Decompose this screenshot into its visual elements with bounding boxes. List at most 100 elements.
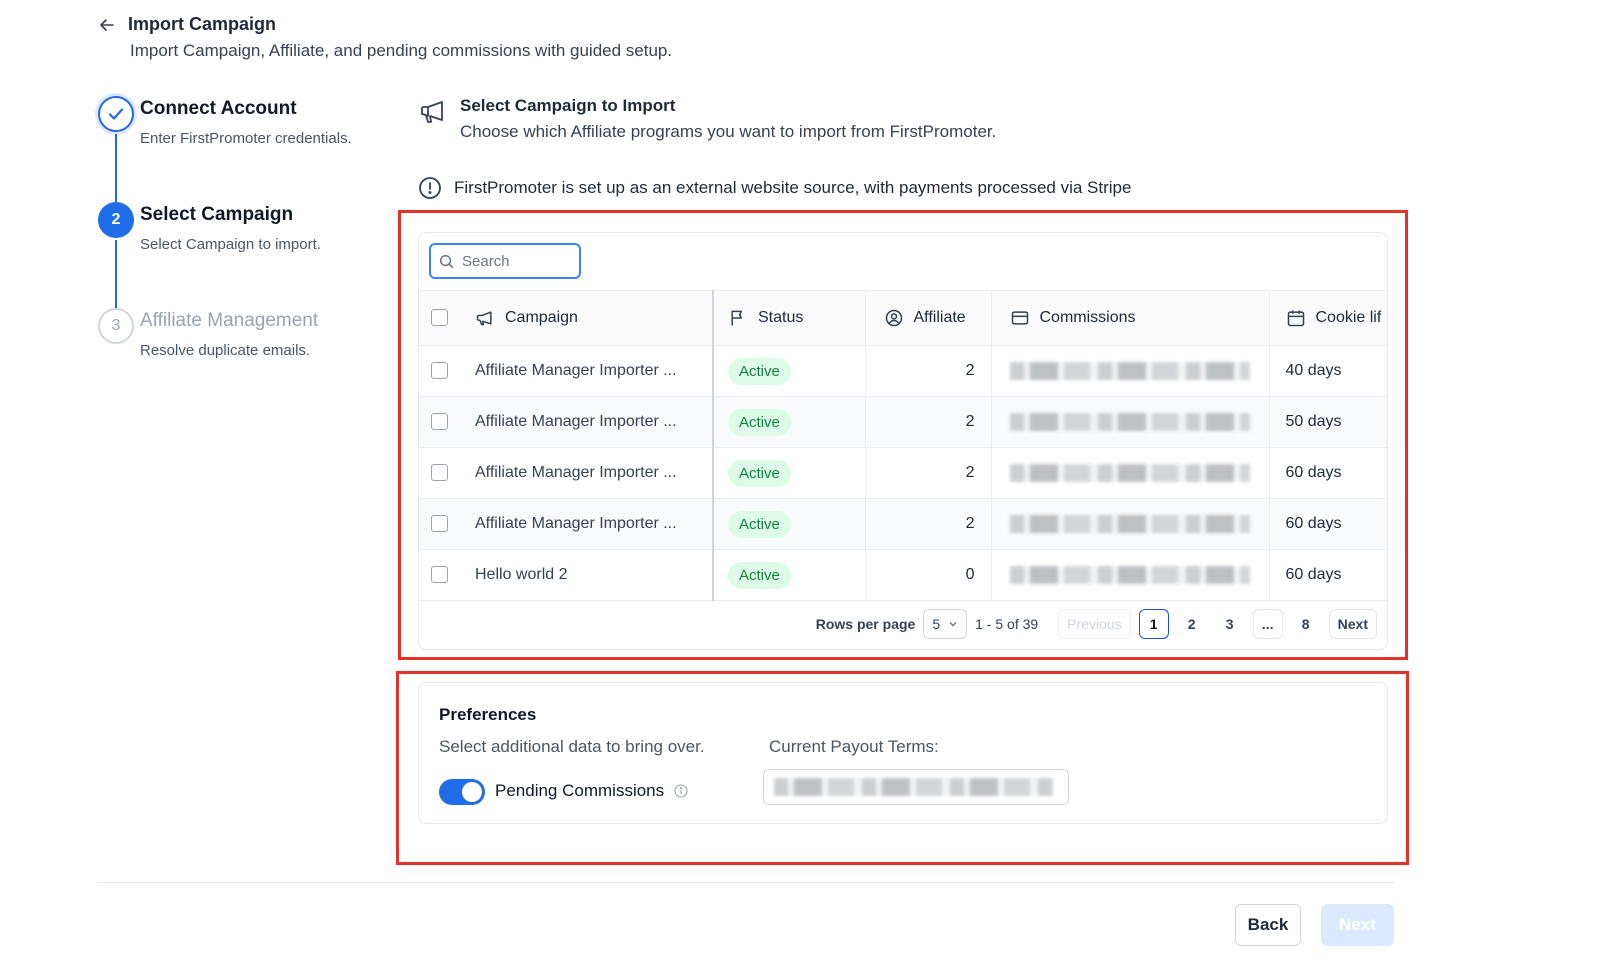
cookie-life: 40 days bbox=[1269, 345, 1387, 397]
calendar-icon bbox=[1287, 310, 1304, 327]
payout-terms-redacted bbox=[774, 778, 1054, 796]
payout-terms-value bbox=[763, 769, 1069, 805]
status-badge: Active bbox=[728, 408, 791, 436]
table-row[interactable]: Hello world 2 Active 0 60 days bbox=[419, 549, 1387, 601]
page-title: Import Campaign bbox=[128, 14, 277, 34]
footer-divider bbox=[98, 882, 1394, 883]
row-checkbox[interactable] bbox=[430, 464, 448, 482]
campaign-name: Affiliate Manager Importer ... bbox=[475, 362, 677, 379]
step-number: 2 bbox=[98, 202, 134, 238]
cookie-life: 60 days bbox=[1269, 549, 1387, 601]
status-badge: Active bbox=[728, 357, 791, 385]
previous-page-button[interactable]: Previous bbox=[1058, 609, 1131, 639]
info-icon[interactable] bbox=[674, 784, 688, 798]
campaign-name: Affiliate Manager Importer ... bbox=[475, 464, 677, 481]
step-number: 3 bbox=[98, 308, 134, 344]
chevron-down-icon bbox=[949, 622, 957, 627]
page-button-8[interactable]: 8 bbox=[1291, 609, 1321, 639]
page-button-1[interactable]: 1 bbox=[1138, 609, 1169, 639]
select-all-checkbox[interactable] bbox=[430, 309, 448, 327]
affiliate-count: 2 bbox=[865, 396, 992, 448]
page-ellipsis-button[interactable]: ... bbox=[1252, 609, 1283, 639]
flag-icon bbox=[731, 310, 743, 326]
status-badge: Active bbox=[728, 561, 791, 589]
commissions-redacted bbox=[1009, 412, 1250, 431]
campaign-name: Affiliate Manager Importer ... bbox=[475, 515, 677, 532]
megaphone-icon bbox=[476, 311, 492, 326]
preferences-card: Preferences Select additional data to br… bbox=[418, 682, 1388, 824]
next-page-button[interactable]: Next bbox=[1328, 609, 1377, 639]
section-heading: Select Campaign to Import Choose which A… bbox=[418, 96, 996, 142]
step-affiliate-management[interactable]: 3 Affiliate Management Resolve duplicate… bbox=[98, 308, 398, 414]
commissions-redacted bbox=[1009, 565, 1250, 584]
rows-per-page-value: 5 bbox=[932, 616, 941, 632]
step-select-campaign[interactable]: 2 Select Campaign Select Campaign to imp… bbox=[98, 202, 398, 308]
preferences-subtitle: Select additional data to bring over. bbox=[439, 737, 705, 756]
rows-per-page-label: Rows per page bbox=[815, 616, 916, 632]
page-subtitle: Import Campaign, Affiliate, and pending … bbox=[130, 41, 673, 60]
campaign-name: Hello world 2 bbox=[475, 566, 568, 583]
affiliate-count: 0 bbox=[865, 549, 992, 601]
status-badge: Active bbox=[728, 459, 791, 487]
affiliate-count: 2 bbox=[865, 447, 992, 499]
table-header-row: Campaign Status Affiliate Commissions Co… bbox=[419, 290, 1387, 346]
campaign-table: Campaign Status Affiliate Commissions Co… bbox=[419, 290, 1387, 601]
affiliate-count: 2 bbox=[865, 345, 992, 397]
status-badge: Active bbox=[728, 510, 791, 538]
step-title: Connect Account bbox=[140, 98, 297, 119]
pending-commissions-toggle[interactable] bbox=[439, 779, 485, 805]
table-row[interactable]: Affiliate Manager Importer ... Active 2 … bbox=[419, 345, 1387, 397]
search-icon bbox=[439, 254, 454, 268]
step-check-icon bbox=[98, 96, 134, 132]
commissions-redacted bbox=[1009, 361, 1250, 380]
column-header-commissions[interactable]: Commissions bbox=[1040, 309, 1136, 327]
step-connector bbox=[115, 134, 117, 202]
step-subtitle: Select Campaign to import. bbox=[140, 236, 321, 253]
step-connect-account[interactable]: Connect Account Enter FirstPromoter cred… bbox=[98, 96, 398, 202]
payout-terms-label: Current Payout Terms: bbox=[769, 737, 939, 756]
credit-card-icon bbox=[1011, 311, 1028, 325]
user-circle-icon bbox=[885, 309, 902, 327]
row-checkbox[interactable] bbox=[430, 362, 448, 380]
commissions-redacted bbox=[1009, 463, 1250, 482]
column-header-campaign[interactable]: Campaign bbox=[505, 309, 578, 327]
back-arrow-icon[interactable] bbox=[98, 16, 116, 34]
pagination: Rows per page 5 1 - 5 of 39 Previous 1 2… bbox=[816, 609, 1377, 639]
alert-circle-icon bbox=[418, 176, 442, 200]
page-header: Import Campaign Import Campaign, Affilia… bbox=[98, 14, 672, 61]
rows-per-page-select[interactable]: 5 bbox=[923, 609, 968, 639]
info-notice: FirstPromoter is set up as an external w… bbox=[418, 176, 1131, 200]
next-button[interactable]: Next bbox=[1321, 904, 1394, 946]
step-title: Select Campaign bbox=[140, 204, 294, 225]
cookie-life: 60 days bbox=[1269, 498, 1387, 550]
affiliate-count: 2 bbox=[865, 498, 992, 550]
step-subtitle: Enter FirstPromoter credentials. bbox=[140, 130, 352, 147]
commissions-redacted bbox=[1009, 514, 1250, 533]
search-input[interactable] bbox=[462, 252, 572, 270]
cookie-life: 50 days bbox=[1269, 396, 1387, 448]
campaign-table-card: Campaign Status Affiliate bbox=[418, 232, 1388, 650]
page-button-2[interactable]: 2 bbox=[1177, 609, 1207, 639]
table-row[interactable]: Affiliate Manager Importer ... Active 2 … bbox=[419, 396, 1387, 448]
notice-text: FirstPromoter is set up as an external w… bbox=[454, 178, 1132, 197]
section-subtitle: Choose which Affiliate programs you want… bbox=[460, 122, 997, 141]
preferences-title: Preferences bbox=[439, 705, 537, 724]
table-row[interactable]: Affiliate Manager Importer ... Active 2 … bbox=[419, 447, 1387, 499]
campaign-name: Affiliate Manager Importer ... bbox=[475, 413, 677, 430]
section-title: Select Campaign to Import bbox=[460, 96, 676, 115]
megaphone-icon bbox=[418, 96, 448, 126]
page-range: 1 - 5 of 39 bbox=[975, 616, 1039, 632]
page-button-3[interactable]: 3 bbox=[1215, 609, 1245, 639]
step-title: Affiliate Management bbox=[140, 310, 319, 331]
search-field[interactable] bbox=[429, 243, 581, 279]
back-button[interactable]: Back bbox=[1235, 904, 1301, 946]
table-row[interactable]: Affiliate Manager Importer ... Active 2 … bbox=[419, 498, 1387, 550]
step-connector bbox=[115, 240, 117, 308]
row-checkbox[interactable] bbox=[430, 566, 448, 584]
column-header-status[interactable]: Status bbox=[758, 309, 803, 327]
column-header-affiliate[interactable]: Affiliate bbox=[914, 309, 966, 327]
column-header-cookie[interactable]: Cookie lif bbox=[1316, 309, 1382, 327]
row-checkbox[interactable] bbox=[430, 515, 448, 533]
stepper: Connect Account Enter FirstPromoter cred… bbox=[98, 96, 398, 414]
row-checkbox[interactable] bbox=[430, 413, 448, 431]
